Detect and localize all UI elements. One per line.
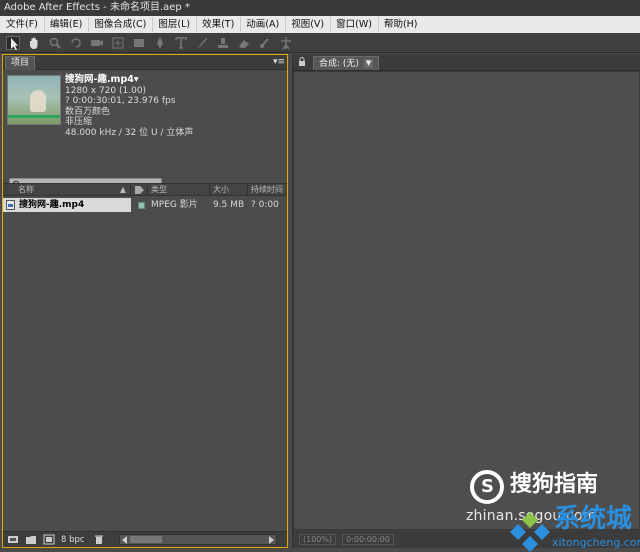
trash-icon[interactable]	[93, 534, 105, 545]
column-size[interactable]: 大小	[210, 184, 248, 195]
camera-tool-icon[interactable]	[90, 36, 104, 50]
interpret-footage-icon[interactable]	[7, 534, 19, 545]
sogou-logo-icon: S	[470, 470, 504, 504]
composition-tabstrip: 合成: (无) ▼	[293, 54, 640, 71]
menu-animation[interactable]: 动画(A)	[244, 17, 287, 32]
menu-file[interactable]: 文件(F)	[4, 17, 45, 32]
tab-composition[interactable]: 合成: (无) ▼	[313, 56, 380, 70]
row-type: MPEG 影片	[151, 200, 198, 210]
footage-resolution: 1280 x 720 (1.00)	[65, 85, 147, 96]
row-size: 9.5 MB	[213, 200, 245, 210]
brush-tool-icon[interactable]	[195, 36, 209, 50]
zoom-select[interactable]: (100%)	[299, 533, 337, 545]
xitongcheng-logo-icon	[510, 512, 550, 552]
scroll-right-icon[interactable]	[269, 536, 274, 544]
menu-view[interactable]: 视图(V)	[289, 17, 332, 32]
timecode-display[interactable]: 0:00:00:00	[342, 533, 394, 545]
row-name: 搜狗网-趣.mp4	[19, 200, 85, 210]
pen-tool-icon[interactable]	[153, 36, 167, 50]
menu-effect[interactable]: 效果(T)	[200, 17, 242, 32]
project-horizontal-scrollbar[interactable]	[119, 534, 277, 545]
column-name[interactable]: 名称 ▲	[3, 184, 131, 195]
tab-project[interactable]: 项目	[5, 56, 36, 70]
sort-up-icon: ▲	[119, 185, 126, 194]
zoom-tool-icon[interactable]	[48, 36, 62, 50]
new-composition-icon[interactable]	[43, 534, 55, 545]
footage-duration: ? 0:00:30:01, 23.976 fps	[65, 96, 176, 106]
chevron-down-icon[interactable]: ▼	[363, 59, 374, 68]
watermark-site-url: xitongcheng.com	[552, 536, 640, 549]
clone-stamp-tool-icon[interactable]	[216, 36, 230, 50]
footage-info: 搜狗网-趣.mp4▾ 1280 x 720 (1.00) ? 0:00:30:0…	[3, 71, 287, 191]
roto-brush-tool-icon[interactable]	[258, 36, 272, 50]
table-row[interactable]: 搜狗网-趣.mp4 MPEG 影片 9.5 MB ? 0:00	[3, 198, 287, 212]
row-duration: ? 0:00	[251, 200, 279, 210]
footage-audio: 48.000 kHz / 32 位 U / 立体声	[65, 127, 194, 138]
rotate-tool-icon[interactable]	[69, 36, 83, 50]
puppet-tool-icon[interactable]	[279, 36, 293, 50]
pan-behind-tool-icon[interactable]	[111, 36, 125, 50]
column-label-icon[interactable]	[131, 184, 148, 195]
new-folder-icon[interactable]	[25, 534, 37, 545]
watermark-brand: 搜狗指南	[510, 472, 599, 497]
project-column-header: 名称 ▲ 类型 大小 持续时间	[3, 183, 287, 196]
panel-menu-icon[interactable]: ▾≡	[273, 57, 285, 67]
window-title: Adobe After Effects - 未命名项目.aep *	[0, 0, 640, 16]
tools-panel	[0, 33, 640, 53]
row-name-cell[interactable]: 搜狗网-趣.mp4	[3, 198, 131, 212]
text-tool-icon[interactable]	[174, 36, 188, 50]
scroll-left-icon[interactable]	[122, 536, 127, 544]
footage-file-icon	[6, 200, 15, 210]
menu-window[interactable]: 窗口(W)	[334, 17, 379, 32]
menu-edit[interactable]: 编辑(E)	[48, 17, 90, 32]
shape-tool-icon[interactable]	[132, 36, 146, 50]
footage-name[interactable]: 搜狗网-趣.mp4▾	[65, 74, 193, 86]
lock-icon[interactable]	[297, 57, 307, 67]
eraser-tool-icon[interactable]	[237, 36, 251, 50]
footage-thumbnail	[7, 75, 61, 125]
project-tabstrip: 项目 ▾≡	[3, 55, 287, 70]
footage-colors: 数百万颜色	[65, 106, 111, 117]
watermark: S 搜狗指南 zhinan.sogou.com 系统城 xitongcheng.…	[466, 466, 640, 552]
row-label-swatch[interactable]	[131, 198, 148, 212]
menu-bar: 文件(F) 编辑(E) 图像合成(C) 图层(L) 效果(T) 动画(A) 视图…	[0, 16, 640, 33]
hand-tool-icon[interactable]	[27, 36, 41, 50]
bpc-label[interactable]: 8 bpc	[61, 535, 85, 545]
footage-compression: 非压缩	[65, 117, 93, 127]
footage-meta: 搜狗网-趣.mp4▾ 1280 x 720 (1.00) ? 0:00:30:0…	[65, 74, 194, 138]
project-panel: 项目 ▾≡ 搜狗网-趣.mp4▾ 1280 x 720 (1.00) ? 0:0…	[2, 54, 288, 548]
menu-composition[interactable]: 图像合成(C)	[92, 17, 154, 32]
flowchart-icon[interactable]	[284, 198, 287, 212]
column-type[interactable]: 类型	[148, 184, 210, 195]
menu-layer[interactable]: 图层(L)	[156, 17, 198, 32]
composition-tab-label: 合成: (无)	[319, 58, 359, 69]
menu-help[interactable]: 帮助(H)	[382, 17, 424, 32]
watermark-site-name: 系统城	[554, 504, 633, 534]
scroll-thumb[interactable]	[130, 536, 162, 543]
selection-tool-icon[interactable]	[6, 35, 20, 50]
composition-viewer[interactable]	[293, 71, 640, 530]
project-footer: 8 bpc	[3, 531, 287, 547]
column-duration[interactable]: 持续时间	[248, 184, 287, 195]
